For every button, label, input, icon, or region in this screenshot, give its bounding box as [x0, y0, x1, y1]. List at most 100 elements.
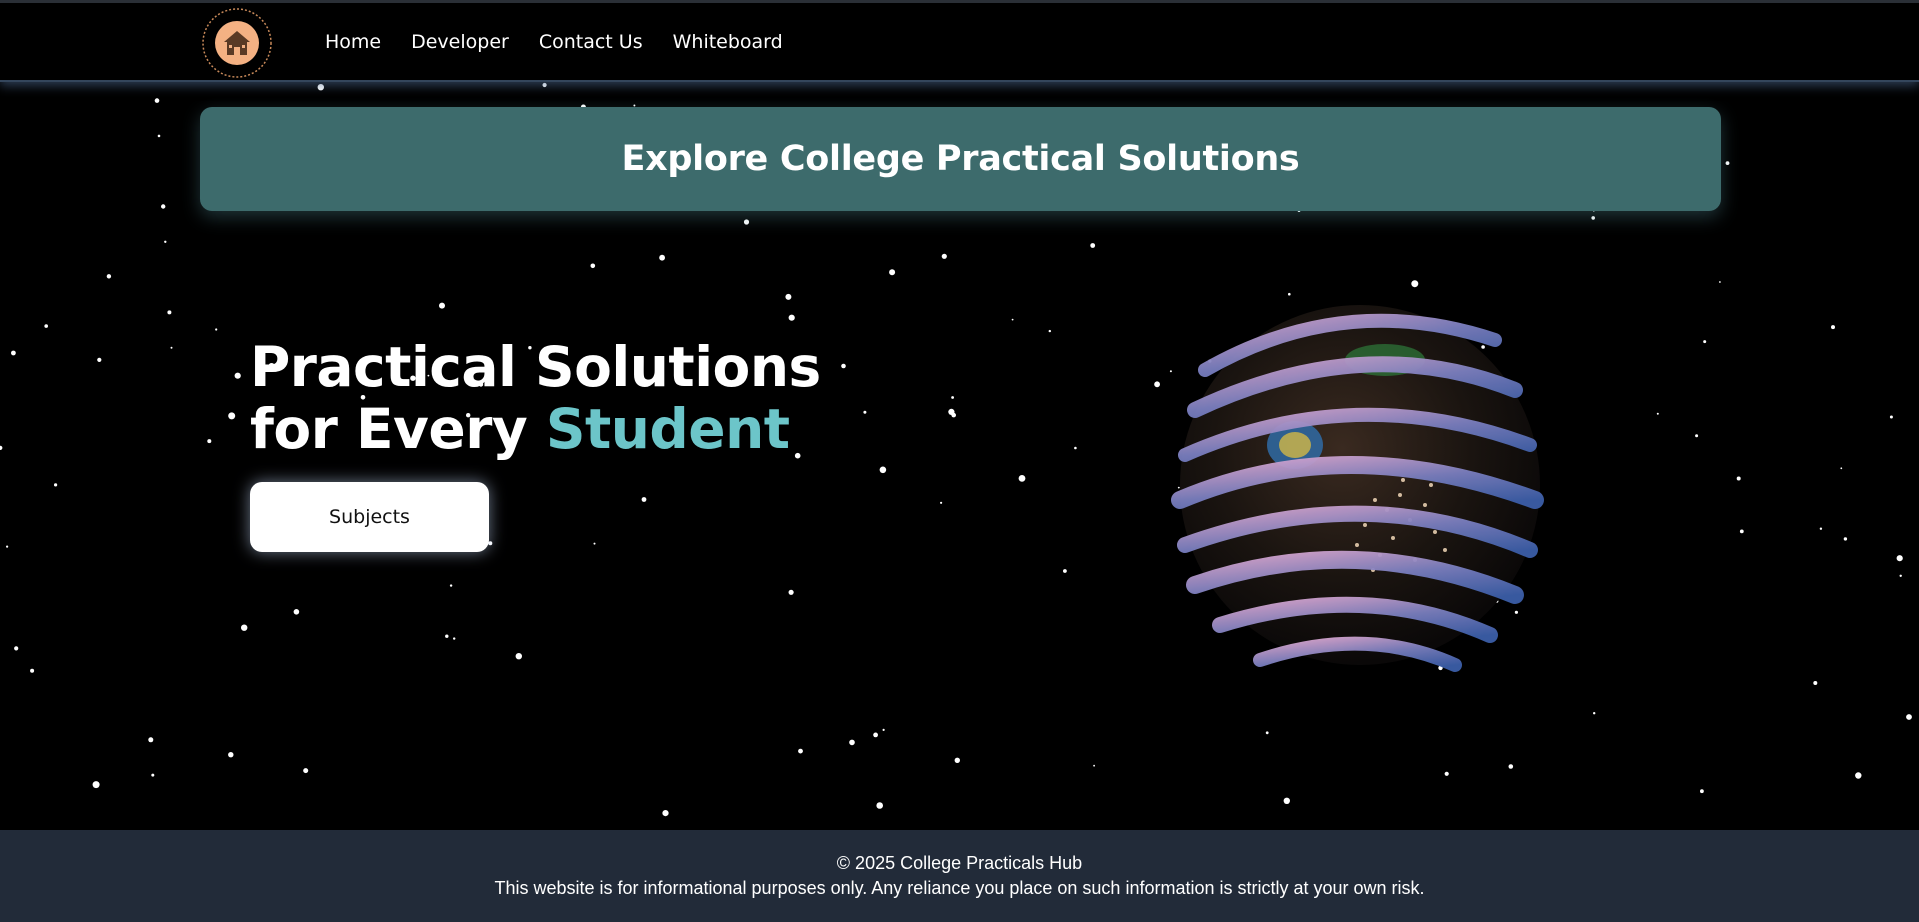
nav-links: Home Developer Contact Us Whiteboard [325, 31, 783, 53]
star [788, 314, 795, 321]
star [1719, 281, 1721, 283]
star [954, 757, 960, 763]
star [1739, 529, 1744, 534]
star [1593, 712, 1596, 715]
star [1063, 569, 1067, 573]
navbar: Home Developer Contact Us Whiteboard [0, 0, 1919, 82]
star [1018, 475, 1026, 482]
star [1896, 555, 1903, 562]
star [940, 501, 943, 504]
explore-banner: Explore College Practical Solutions [200, 107, 1721, 211]
star [92, 781, 100, 789]
star [1695, 434, 1699, 438]
star [1889, 415, 1893, 419]
star [590, 263, 596, 269]
star [30, 668, 35, 673]
star [453, 637, 456, 640]
star [11, 350, 16, 356]
star [841, 363, 846, 369]
star [1656, 412, 1659, 415]
star [106, 274, 112, 279]
star [1074, 446, 1077, 450]
star [167, 310, 172, 315]
star [1048, 329, 1052, 333]
star [148, 737, 154, 743]
planet-graphic [1171, 305, 1544, 672]
star [170, 346, 173, 349]
star [882, 728, 885, 732]
star [876, 802, 883, 809]
star [1265, 731, 1269, 735]
hero-line-2: for Every Student [250, 398, 821, 460]
star [849, 739, 855, 746]
star [879, 466, 887, 474]
banner-title: Explore College Practical Solutions [621, 139, 1300, 179]
star [1508, 764, 1514, 769]
star [207, 439, 212, 444]
star [1444, 771, 1449, 776]
hero-accent-word: Student [545, 397, 790, 461]
star [662, 810, 669, 817]
star [1090, 243, 1096, 248]
star [317, 84, 324, 91]
star [154, 98, 160, 103]
star [659, 254, 665, 261]
star [1736, 476, 1741, 481]
star [164, 240, 167, 243]
star [97, 357, 102, 362]
star [1725, 161, 1730, 166]
star [1591, 216, 1595, 220]
star [593, 542, 596, 545]
subjects-button[interactable]: Subjects [250, 482, 489, 552]
star [439, 302, 445, 309]
nav-whiteboard-link[interactable]: Whiteboard [673, 31, 783, 53]
nav-developer-link[interactable]: Developer [411, 31, 509, 53]
hero-line-2-prefix: for Every [250, 397, 546, 461]
star [157, 134, 161, 138]
nav-contact-us-link[interactable]: Contact Us [539, 31, 643, 53]
star [873, 732, 878, 738]
star [14, 646, 19, 651]
star [798, 748, 803, 754]
star [785, 293, 792, 300]
star [863, 410, 867, 414]
star [1700, 789, 1704, 794]
footer-copyright: © 2025 College Practicals Hub [836, 853, 1083, 873]
star [941, 253, 947, 259]
star [1703, 340, 1707, 344]
hero-line-1: Practical Solutions [250, 335, 821, 399]
college-logo-icon[interactable] [200, 6, 274, 80]
star [234, 372, 241, 379]
star [1813, 681, 1818, 685]
star [743, 219, 750, 225]
star [215, 328, 218, 331]
star [1840, 467, 1843, 470]
star [161, 204, 166, 209]
nav-home-link[interactable]: Home [325, 31, 381, 53]
star [0, 445, 3, 450]
footer: © 2025 College Practicals Hub This websi… [0, 830, 1919, 922]
star [151, 773, 155, 777]
footer-disclaimer: This website is for informational purpos… [494, 878, 1425, 898]
star [6, 545, 9, 548]
star [788, 589, 794, 595]
star [1819, 527, 1823, 530]
star [228, 412, 236, 420]
star [1899, 574, 1902, 577]
star [951, 396, 954, 399]
star [293, 609, 300, 615]
star [1831, 325, 1835, 330]
star [1283, 797, 1291, 804]
star [1906, 714, 1912, 720]
star [54, 483, 58, 487]
star [449, 584, 453, 587]
star [488, 541, 493, 546]
star [1855, 772, 1862, 779]
star [951, 412, 956, 418]
star [228, 752, 234, 758]
star [241, 624, 248, 631]
star [515, 653, 522, 660]
star [641, 497, 647, 502]
star [1843, 537, 1848, 541]
star [1093, 764, 1095, 767]
